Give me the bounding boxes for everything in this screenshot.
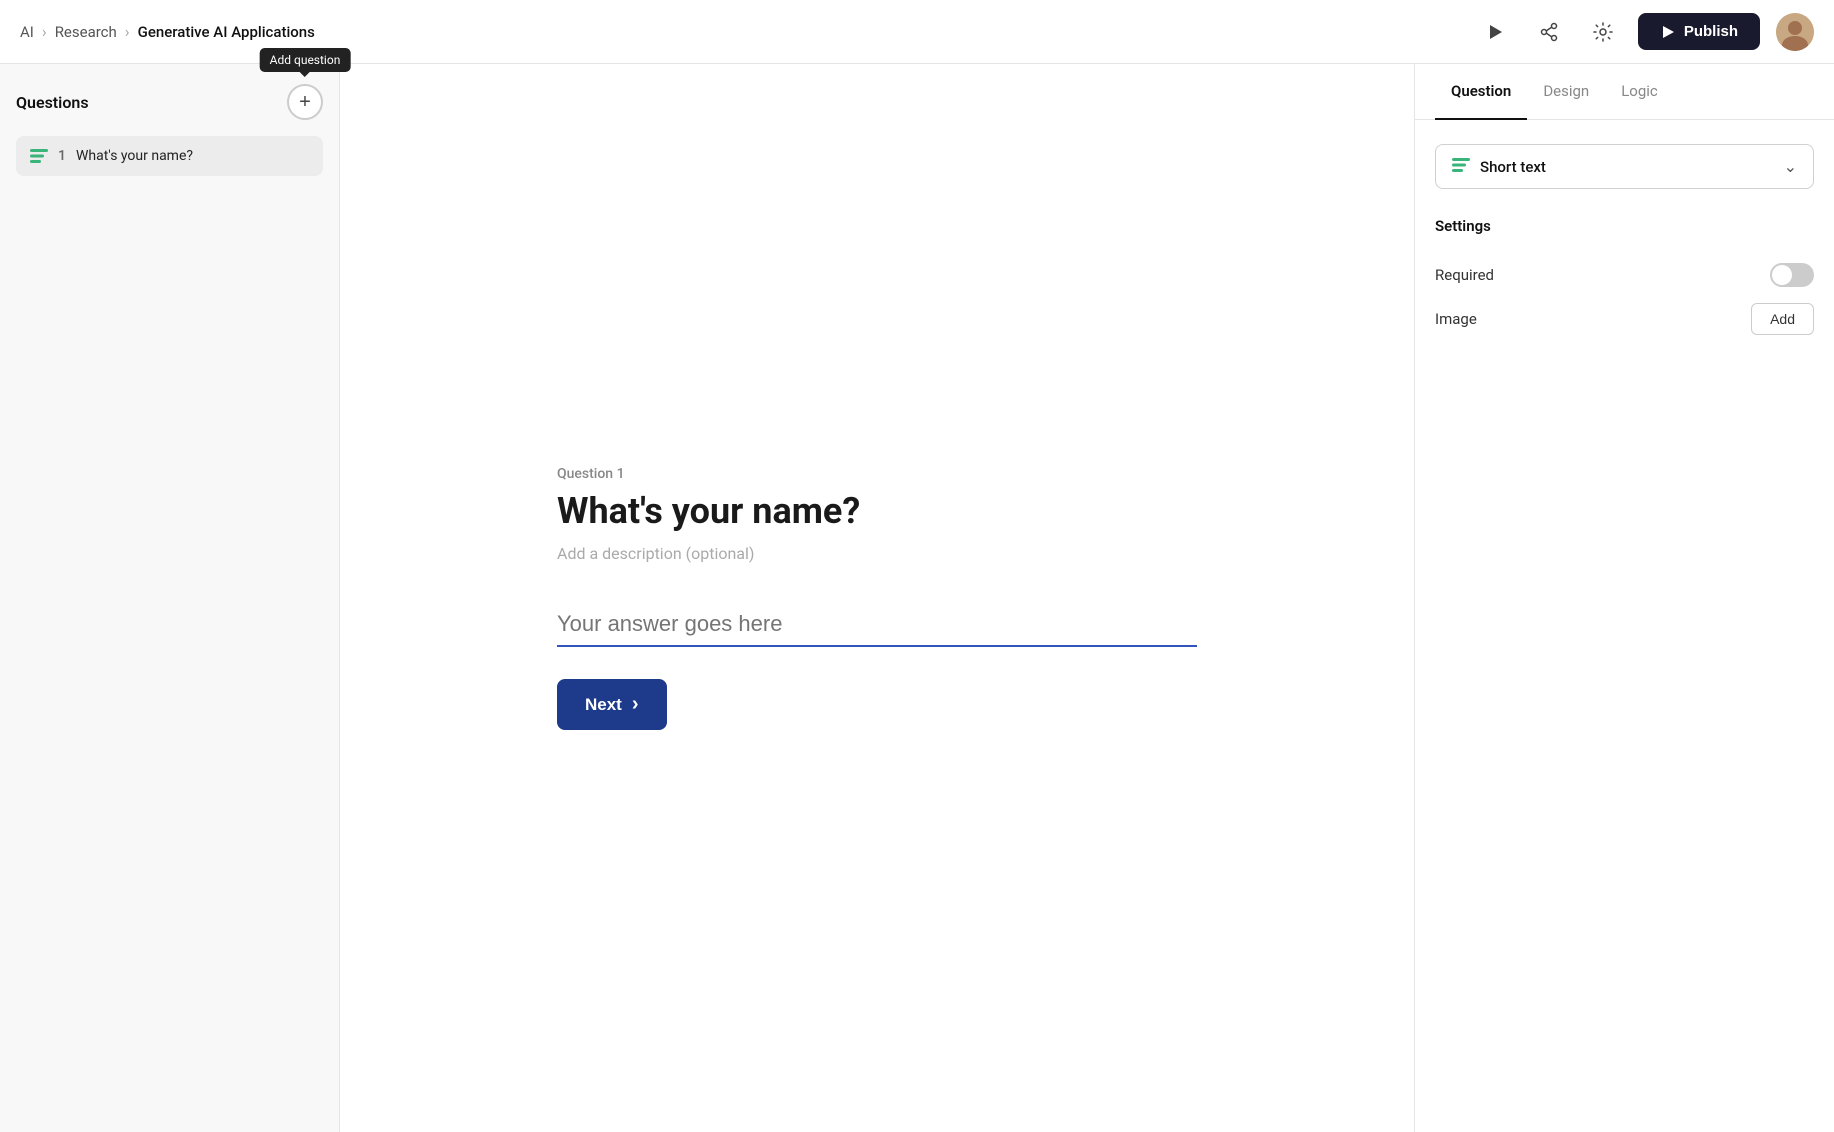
question-text: What's your name? xyxy=(76,148,193,164)
question-title: What's your name? xyxy=(557,490,1197,532)
settings-title: Settings xyxy=(1435,217,1814,235)
settings-button[interactable] xyxy=(1584,13,1622,51)
add-question-wrapper: Add question + xyxy=(287,84,323,120)
breadcrumb-sep-2: › xyxy=(125,22,130,41)
type-dropdown[interactable]: Short text ⌄ xyxy=(1435,144,1814,189)
question-number: 1 xyxy=(58,148,66,164)
required-toggle[interactable] xyxy=(1770,263,1814,287)
breadcrumb-current: Generative AI Applications xyxy=(138,23,315,41)
type-dropdown-icon xyxy=(1452,157,1470,176)
question-type-icon xyxy=(30,149,48,163)
topbar-actions: Publish xyxy=(1476,13,1814,51)
image-row: Image Add xyxy=(1435,295,1814,343)
right-panel: Question Design Logic Short text xyxy=(1414,64,1834,1132)
question-list: 1 What's your name? xyxy=(16,136,323,176)
main-layout: Questions Add question + 1 What' xyxy=(0,64,1834,1132)
share-button[interactable] xyxy=(1530,13,1568,51)
preview-button[interactable] xyxy=(1476,13,1514,51)
question-item[interactable]: 1 What's your name? xyxy=(16,136,323,176)
image-label: Image xyxy=(1435,310,1477,328)
play-icon xyxy=(1485,22,1505,42)
plus-icon: + xyxy=(299,91,311,114)
chevron-right-icon: › xyxy=(632,693,639,716)
question-description: Add a description (optional) xyxy=(557,544,1197,563)
answer-input[interactable] xyxy=(557,603,1197,645)
required-label: Required xyxy=(1435,266,1494,284)
breadcrumb: AI › Research › Generative AI Applicatio… xyxy=(20,22,315,41)
panel-tabs: Question Design Logic xyxy=(1415,64,1834,120)
breadcrumb-ai[interactable]: AI xyxy=(20,23,34,41)
tab-logic[interactable]: Logic xyxy=(1605,64,1674,120)
type-label: Short text xyxy=(1480,158,1546,176)
publish-icon xyxy=(1660,24,1676,40)
add-question-button[interactable]: + xyxy=(287,84,323,120)
tab-question[interactable]: Question xyxy=(1435,64,1527,120)
question-label: Question 1 xyxy=(557,466,1197,482)
panel-body: Short text ⌄ Settings Required Image Add xyxy=(1415,120,1834,367)
gear-icon xyxy=(1593,22,1613,42)
share-icon xyxy=(1539,22,1559,42)
sidebar: Questions Add question + 1 What' xyxy=(0,64,340,1132)
sidebar-header: Questions Add question + xyxy=(16,84,323,120)
settings-section: Settings Required Image Add xyxy=(1435,217,1814,343)
answer-input-wrapper xyxy=(557,603,1197,647)
center-content: Question 1 What's your name? Add a descr… xyxy=(340,64,1414,1132)
publish-button[interactable]: Publish xyxy=(1638,13,1760,50)
next-label: Next xyxy=(585,695,622,715)
breadcrumb-sep-1: › xyxy=(42,22,47,41)
required-row: Required xyxy=(1435,255,1814,295)
breadcrumb-research[interactable]: Research xyxy=(55,23,117,41)
avatar[interactable] xyxy=(1776,13,1814,51)
chevron-down-icon: ⌄ xyxy=(1784,157,1797,176)
image-add-button[interactable]: Add xyxy=(1751,303,1814,335)
topbar: AI › Research › Generative AI Applicatio… xyxy=(0,0,1834,64)
next-button[interactable]: Next › xyxy=(557,679,667,730)
sidebar-title: Questions xyxy=(16,93,89,112)
question-card: Question 1 What's your name? Add a descr… xyxy=(557,466,1197,730)
type-dropdown-left: Short text xyxy=(1452,157,1546,176)
tab-design[interactable]: Design xyxy=(1527,64,1605,120)
